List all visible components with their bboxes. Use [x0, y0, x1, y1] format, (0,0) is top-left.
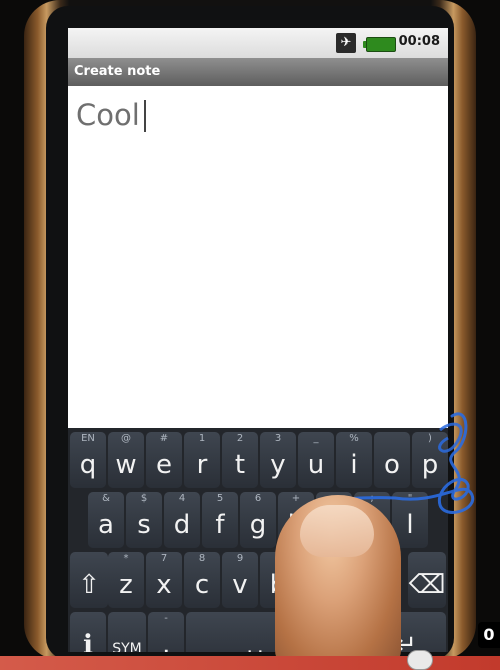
key-label: ⌫	[408, 570, 446, 600]
key-hint: 1	[198, 433, 206, 444]
key-s[interactable]: $ s	[126, 492, 162, 548]
key-hint: &	[102, 493, 110, 504]
key-label: d	[173, 510, 191, 540]
key-hint: 7	[160, 553, 168, 564]
key-o[interactable]: o	[374, 432, 410, 488]
key-y[interactable]: 3y	[260, 432, 296, 488]
key-t[interactable]: 2t	[222, 432, 258, 488]
battery-icon	[363, 37, 396, 52]
key-hint: "	[407, 493, 413, 504]
video-scrub-handle[interactable]	[407, 650, 433, 670]
status-bar: ✈ 00:08	[68, 28, 448, 58]
key-label: y	[270, 450, 286, 480]
page-title: Create note	[68, 58, 448, 86]
key-hint: -	[164, 613, 168, 624]
text-cursor	[144, 100, 146, 132]
video-time: 0	[478, 622, 500, 648]
key-label: z	[119, 570, 133, 600]
key-i[interactable]: % i	[336, 432, 372, 488]
note-text: Cool	[76, 98, 140, 132]
key-hint: $	[140, 493, 148, 504]
key-f[interactable]: 5f	[202, 492, 238, 548]
key-hint: @	[121, 433, 131, 444]
key-label: q	[79, 450, 97, 480]
key-label: p	[421, 450, 439, 480]
key-label: v	[232, 570, 248, 600]
backspace-key[interactable]: ⌫	[408, 552, 446, 608]
key-label: r	[196, 450, 208, 480]
key-label: SYM	[112, 641, 142, 652]
key-label: x	[156, 570, 172, 600]
key-hint: #	[159, 433, 169, 444]
key-x[interactable]: 7x	[146, 552, 182, 608]
key-hint: *	[123, 553, 129, 564]
key-label: a	[98, 510, 114, 540]
key-z[interactable]: * z	[108, 552, 144, 608]
key-label: l	[406, 510, 414, 540]
key-label: s	[137, 510, 151, 540]
key-label: ℹ	[83, 630, 93, 652]
key-u[interactable]: _ u	[298, 432, 334, 488]
key-label: o	[384, 450, 400, 480]
key-label: ⇧	[78, 570, 100, 600]
key-label: i	[350, 450, 358, 480]
key-hint: %	[349, 433, 359, 444]
key-q[interactable]: EN q	[70, 432, 106, 488]
key-label: t	[234, 450, 246, 480]
key-hint: 5	[216, 493, 224, 504]
key-hint: 3	[274, 433, 282, 444]
key-label: u	[307, 450, 325, 480]
key-e[interactable]: # e	[146, 432, 182, 488]
airplane-mode-icon: ✈	[336, 33, 356, 53]
key-label: w	[115, 450, 137, 480]
key-hint: 6	[254, 493, 262, 504]
key-r[interactable]: 1r	[184, 432, 220, 488]
key-p[interactable]: ) p	[412, 432, 448, 488]
key-g[interactable]: 6g	[240, 492, 276, 548]
key-hint: 2	[236, 433, 244, 444]
key-label: f	[215, 510, 225, 540]
key-v[interactable]: 9v	[222, 552, 258, 608]
sym-key[interactable]: SYM	[108, 612, 146, 652]
key-label: e	[156, 450, 172, 480]
key-hint: 4	[178, 493, 186, 504]
key-w[interactable]: @ w	[108, 432, 144, 488]
key-hint: EN	[81, 433, 95, 444]
key-hint: )	[428, 433, 432, 444]
key-d[interactable]: 4d	[164, 492, 200, 548]
key-hint: _	[313, 433, 319, 444]
shift-key[interactable]: ⇧	[70, 552, 108, 608]
key-c[interactable]: 8c	[184, 552, 220, 608]
status-time: 00:08	[398, 34, 440, 49]
note-text-area[interactable]: Cool	[68, 86, 448, 428]
comma-key[interactable]: -,	[148, 612, 184, 652]
key-hint: 8	[198, 553, 206, 564]
finger-nail	[300, 505, 374, 557]
key-hint: 9	[236, 553, 244, 564]
key-label: ,	[161, 630, 171, 652]
key-label: c	[194, 570, 210, 600]
swype-info-key[interactable]: ℹ	[70, 612, 106, 652]
key-label: g	[249, 510, 267, 540]
key-a[interactable]: & a	[88, 492, 124, 548]
